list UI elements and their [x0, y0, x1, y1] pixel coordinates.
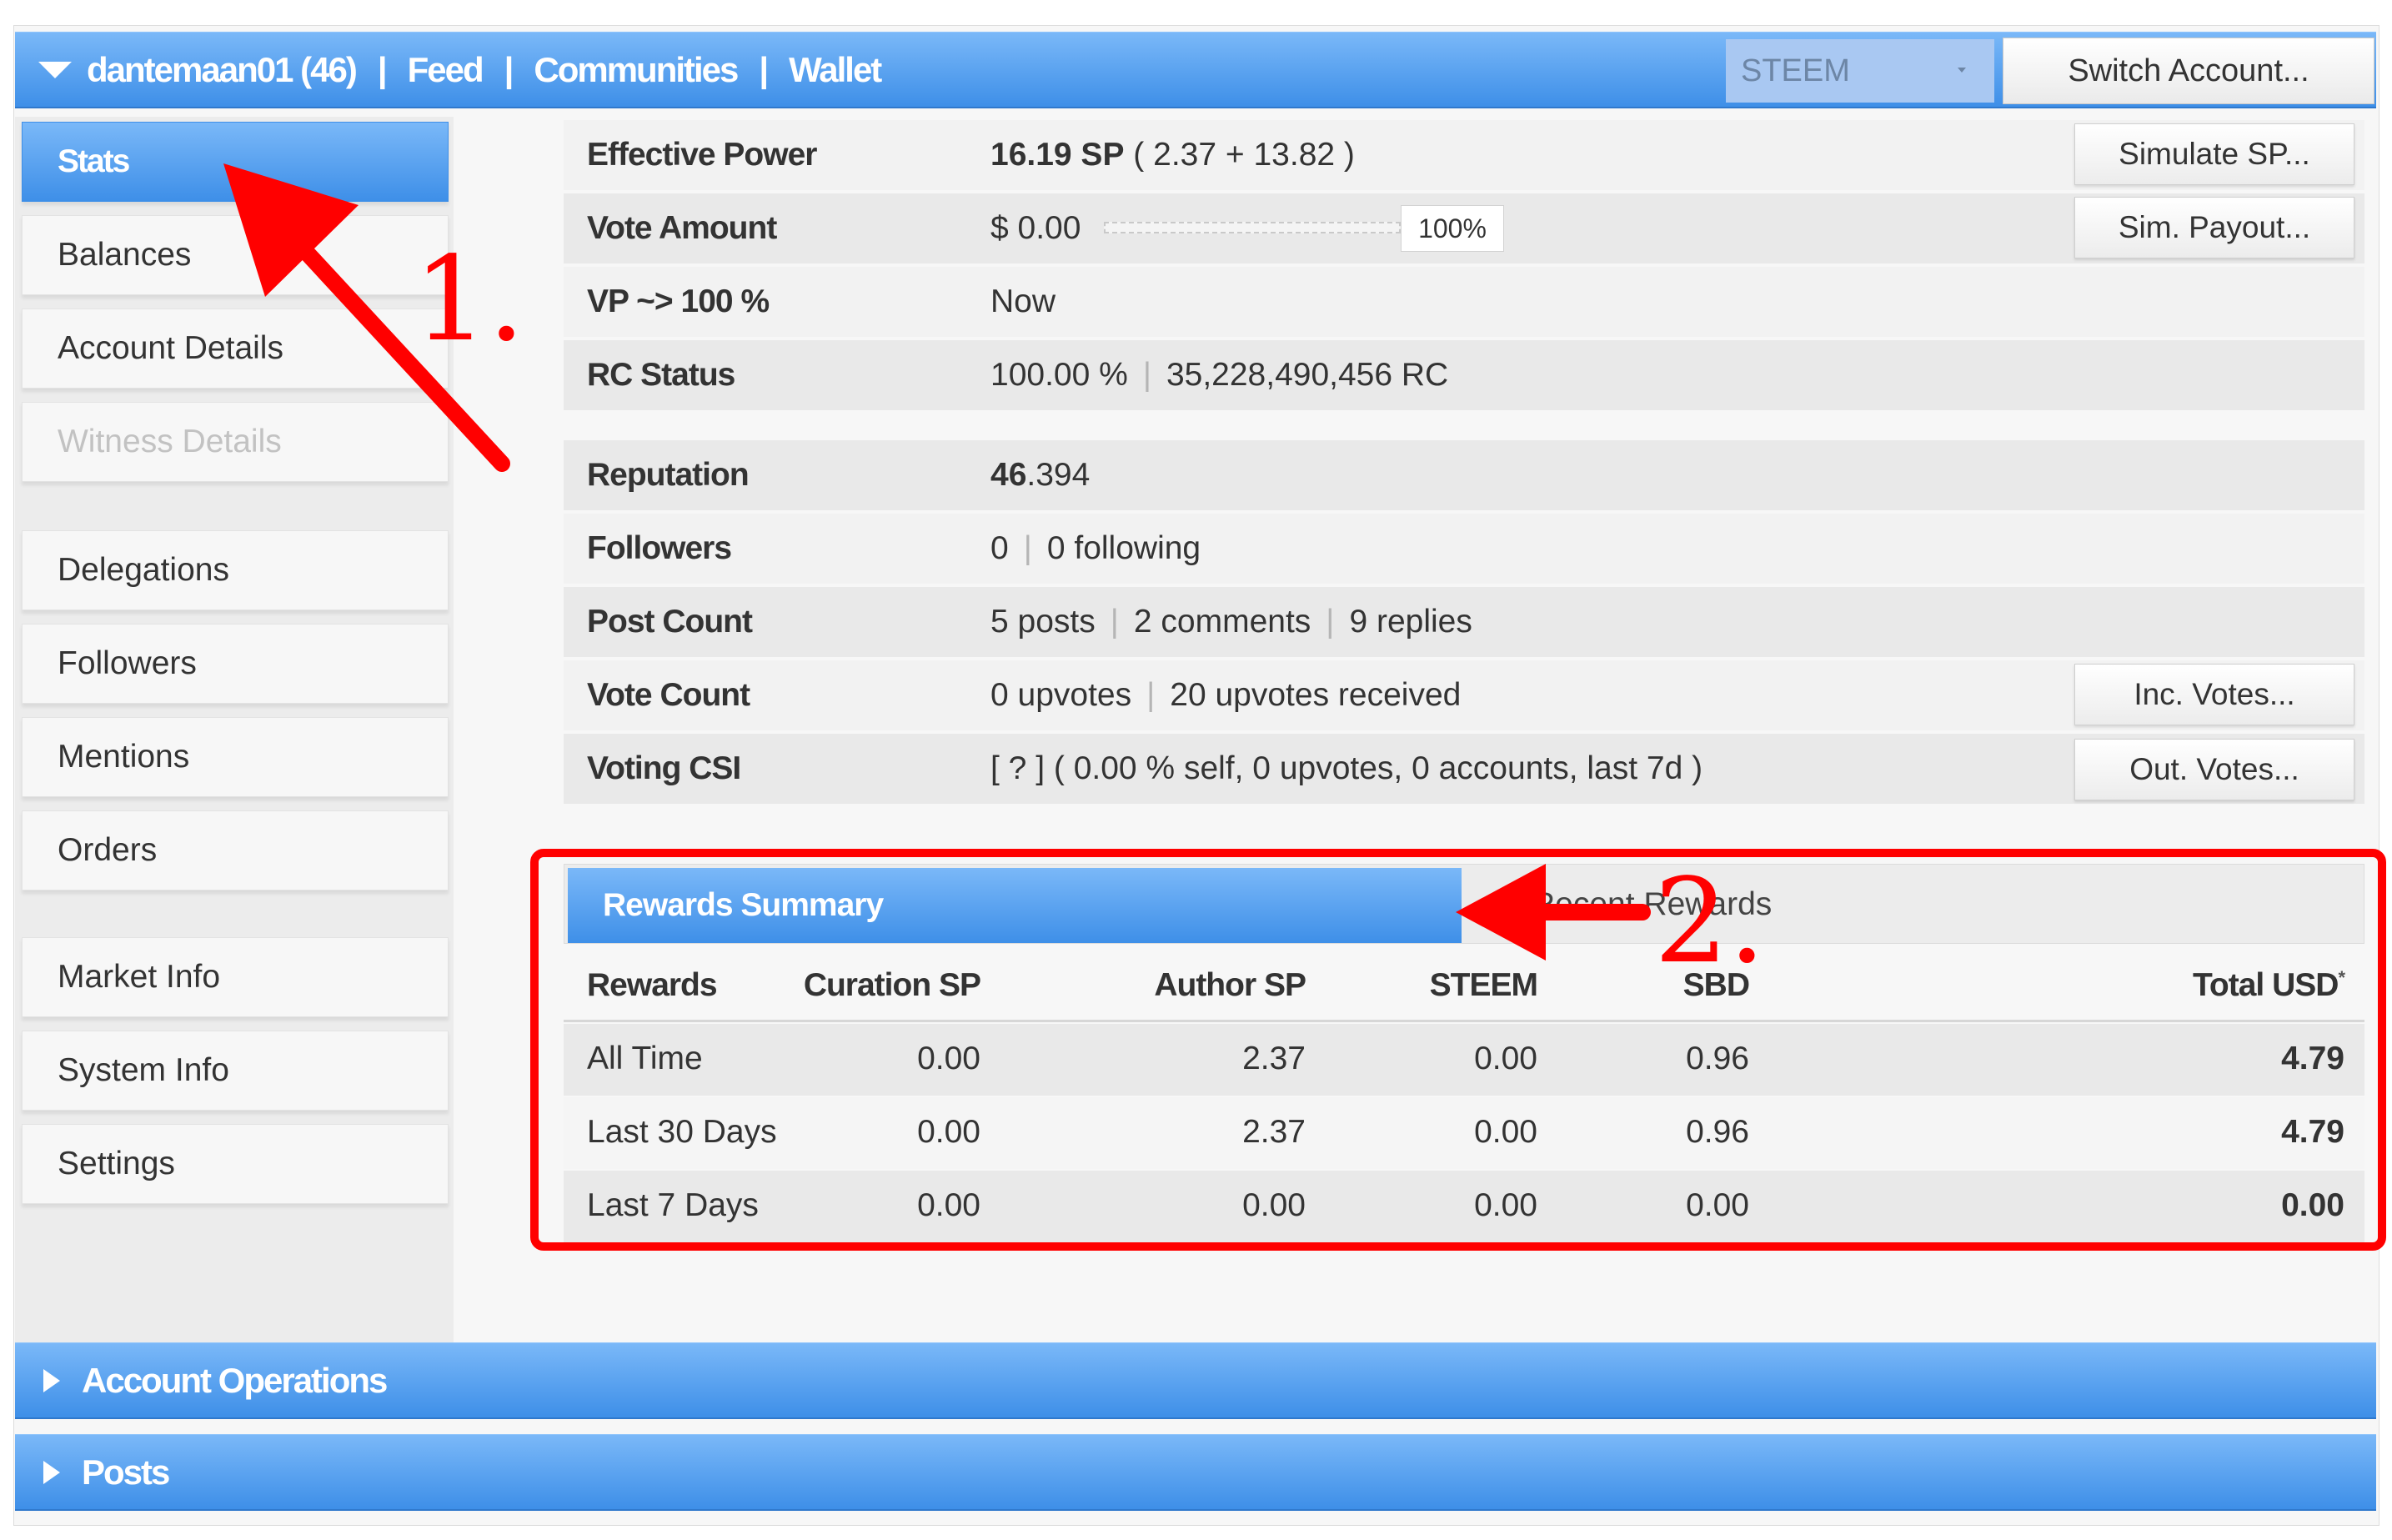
annotation-arrows — [223, 163, 1651, 961]
steemworld-dashboard: dantemaan01 (46) | Feed | Communities | … — [0, 0, 2392, 1540]
annotation-step-2: 2. — [1654, 854, 1766, 990]
annotation-step-1: 1. — [414, 232, 525, 368]
annotation-arrow-2-head — [1456, 864, 1546, 961]
